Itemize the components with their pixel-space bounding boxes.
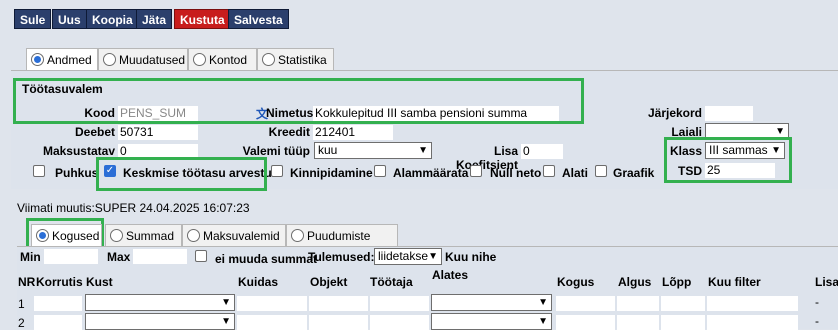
subtab-kogused[interactable]: Kogused: [31, 224, 102, 247]
tulemused-value: liidetakse: [378, 249, 429, 263]
alates-select[interactable]: ▼: [431, 294, 552, 311]
chevron-down-icon: ▼: [418, 145, 428, 156]
radio-icon: [262, 53, 275, 66]
tab-label: Statistika: [278, 53, 327, 67]
tab-label: Kontod: [209, 53, 248, 67]
korrutis-field[interactable]: [34, 296, 82, 311]
delete-button[interactable]: Kustuta: [174, 9, 231, 29]
jarjekord-label: Järjekord: [647, 106, 702, 120]
chevron-down-icon: ▼: [221, 297, 231, 308]
deebet-field[interactable]: 50731: [118, 125, 198, 140]
jarjekord-field[interactable]: [705, 106, 753, 121]
cancel-button[interactable]: Jäta: [136, 9, 173, 29]
kinnipidamine-checkbox[interactable]: [271, 165, 283, 177]
valemi-tyyp-select[interactable]: kuu ▼: [314, 142, 432, 159]
new-button[interactable]: Uus: [52, 9, 87, 29]
highlight-box: [96, 157, 267, 191]
lopp-field[interactable]: [661, 296, 705, 311]
alati-checkbox[interactable]: [543, 165, 555, 177]
chevron-down-icon: ▼: [538, 316, 548, 327]
tab-andmed[interactable]: Andmed: [26, 48, 98, 71]
alammaarata-label: Alammäärata: [393, 166, 469, 180]
min-field[interactable]: [44, 249, 98, 264]
kuidas-field[interactable]: [237, 296, 307, 311]
kreedit-field[interactable]: 212401: [313, 125, 393, 140]
last-modified: Viimati muutis:SUPER 24.04.2025 16:07:23: [17, 201, 250, 215]
tab-label: Andmed: [47, 53, 92, 67]
subtab-puudumiste-liigid[interactable]: Puudumiste liigid: [286, 224, 398, 265]
subtab-maksuvalemid[interactable]: Maksuvalemid: [182, 224, 286, 246]
subtab-label: Maksuvalemid: [203, 229, 280, 243]
subtab-label: Summad: [126, 229, 175, 243]
lisa-koef-field[interactable]: 0: [521, 144, 563, 159]
kreedit-label: Kreedit: [268, 125, 310, 139]
ei-muuda-checkbox[interactable]: [195, 250, 207, 262]
valemi-tyyp-label: Valemi tüüp: [242, 144, 310, 158]
max-label: Max: [107, 250, 131, 264]
puhkus-label: Puhkus: [55, 166, 99, 180]
objekt-field[interactable]: [309, 296, 368, 311]
puhkus-checkbox[interactable]: [33, 165, 45, 177]
graafik-checkbox[interactable]: [595, 165, 607, 177]
kinnipidamine-label: Kinnipidamine: [290, 166, 373, 180]
col-header-kust: Kust: [86, 275, 113, 289]
valemi-tyyp-value: kuu: [318, 143, 338, 157]
col-header-lopp: Lõpp: [662, 275, 692, 289]
copy-button[interactable]: Koopia: [86, 9, 139, 29]
row-number: 1: [18, 297, 25, 311]
null-neto-checkbox[interactable]: [470, 165, 482, 177]
radio-icon: [291, 229, 304, 242]
highlight-box: [13, 78, 584, 124]
close-button[interactable]: Sule: [14, 9, 52, 29]
col-header-kuidas: Kuidas: [238, 275, 279, 289]
col-header-objekt: Objekt: [310, 275, 348, 289]
kuu-filter-field[interactable]: [707, 296, 798, 311]
ei-muuda-label: ei muuda summat: [215, 252, 318, 266]
radio-icon: [110, 229, 123, 242]
algus-field[interactable]: [617, 296, 659, 311]
chevron-down-icon: ▼: [538, 297, 548, 308]
col-header-kogus: Kogus: [557, 275, 595, 289]
max-field[interactable]: [133, 249, 187, 264]
save-button[interactable]: Salvesta: [228, 9, 289, 29]
col-header-korrutis: Korrutis: [36, 275, 83, 289]
kogus-field[interactable]: [556, 296, 615, 311]
chevron-down-icon: ▼: [428, 251, 438, 262]
tab-kontod[interactable]: Kontod: [188, 48, 257, 70]
radio-icon: [193, 53, 206, 66]
null-neto-label: Null neto: [490, 166, 542, 180]
tab-label: Muudatused: [119, 53, 186, 67]
lisad-value: -: [815, 295, 819, 309]
subtab-summad[interactable]: Summad: [105, 224, 182, 246]
lisad-value: -: [815, 314, 819, 328]
col-header-algus: Algus: [618, 275, 652, 289]
tootaja-field[interactable]: [370, 296, 429, 311]
col-header-lisad: Lisad: [815, 275, 838, 289]
tab-statistika[interactable]: Statistika: [257, 48, 334, 70]
radio-icon: [187, 229, 200, 242]
subtab-label: Kogused: [52, 229, 100, 243]
radio-icon: [36, 229, 49, 242]
highlight-box: [664, 137, 792, 183]
col-header-alates: Alates: [432, 268, 469, 282]
deebet-label: Deebet: [74, 125, 115, 139]
tulemused-label: Tulemused:: [308, 250, 375, 264]
radio-icon: [103, 53, 116, 66]
col-header-nr: NR: [18, 275, 36, 289]
tulemused-select[interactable]: liidetakse ▼: [374, 248, 442, 265]
radio-icon: [31, 53, 44, 66]
min-label: Min: [20, 250, 41, 264]
chevron-down-icon: ▼: [221, 316, 231, 327]
kust-select[interactable]: ▼: [85, 313, 235, 330]
kuu-nihe-label: Kuu nihe: [445, 250, 497, 264]
alati-label: Alati: [562, 166, 589, 180]
kust-select[interactable]: ▼: [85, 294, 235, 311]
tab-muudatused[interactable]: Muudatused: [98, 48, 188, 70]
graafik-label: Graafik: [613, 166, 655, 180]
maksustatav-label: Maksustatav: [42, 144, 115, 158]
alammaarata-checkbox[interactable]: [374, 165, 386, 177]
alates-select[interactable]: ▼: [431, 313, 552, 330]
col-header-tootaja: Töötaja: [370, 275, 413, 289]
col-header-kuu-filter: Kuu filter: [708, 275, 761, 289]
